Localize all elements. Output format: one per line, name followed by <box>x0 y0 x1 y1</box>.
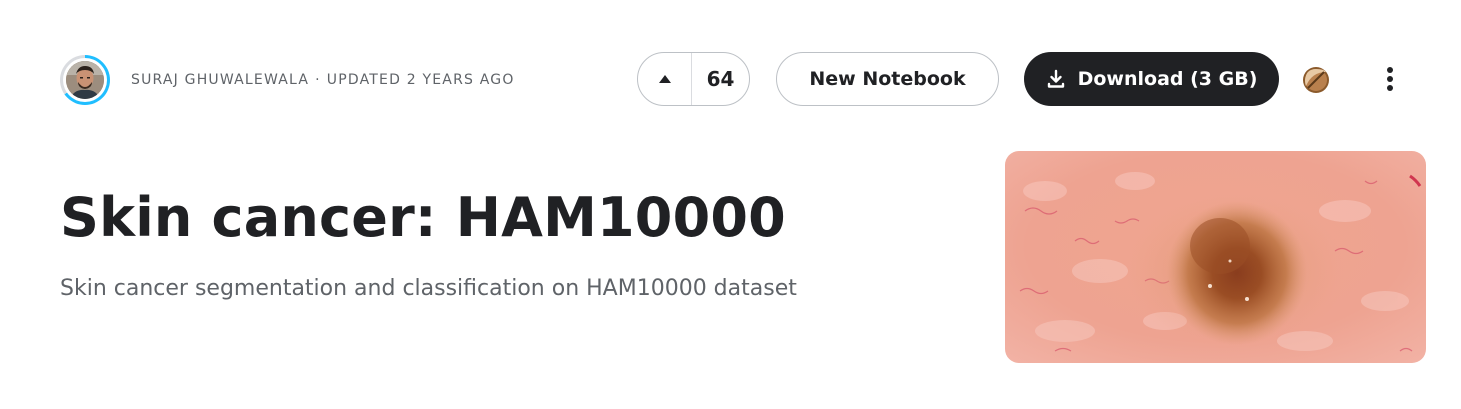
upvote-button[interactable] <box>638 53 692 105</box>
avatar-image <box>66 61 104 99</box>
bullet-graphic <box>1303 67 1329 93</box>
download-button[interactable]: Download (3 GB) <box>1024 52 1279 106</box>
more-vert-icon[interactable] <box>1376 64 1404 94</box>
upvote-triangle-icon <box>658 75 671 83</box>
vote-widget: 64 <box>637 52 750 106</box>
author-name[interactable]: SURAJ GHUWALEWALA <box>131 72 309 88</box>
dataset-page: SURAJ GHUWALEWALA · UPDATED 2 YEARS AGO 64… <box>0 0 1461 409</box>
skin-lesion-image <box>1005 151 1426 363</box>
more-dot <box>1387 76 1393 82</box>
author-avatar-ring[interactable] <box>60 55 110 105</box>
bullet-icon[interactable] <box>1302 66 1330 94</box>
updated-time: UPDATED 2 YEARS AGO <box>326 72 515 88</box>
dataset-header-bar: SURAJ GHUWALEWALA · UPDATED 2 YEARS AGO 64… <box>0 0 1461 160</box>
download-icon <box>1047 69 1064 88</box>
new-notebook-label: New Notebook <box>809 68 966 90</box>
meta-separator: · <box>315 72 321 88</box>
vote-count: 64 <box>706 67 735 91</box>
more-dot <box>1387 67 1393 73</box>
new-notebook-button[interactable]: New Notebook <box>776 52 999 106</box>
dataset-cover-image <box>1005 151 1426 363</box>
dataset-meta: SURAJ GHUWALEWALA · UPDATED 2 YEARS AGO <box>131 72 515 88</box>
page-subtitle: Skin cancer segmentation and classificat… <box>60 276 797 301</box>
page-title: Skin cancer: HAM10000 <box>60 186 786 249</box>
more-dot <box>1387 85 1393 91</box>
download-label: Download (3 GB) <box>1077 68 1258 90</box>
avatar[interactable] <box>66 61 104 99</box>
